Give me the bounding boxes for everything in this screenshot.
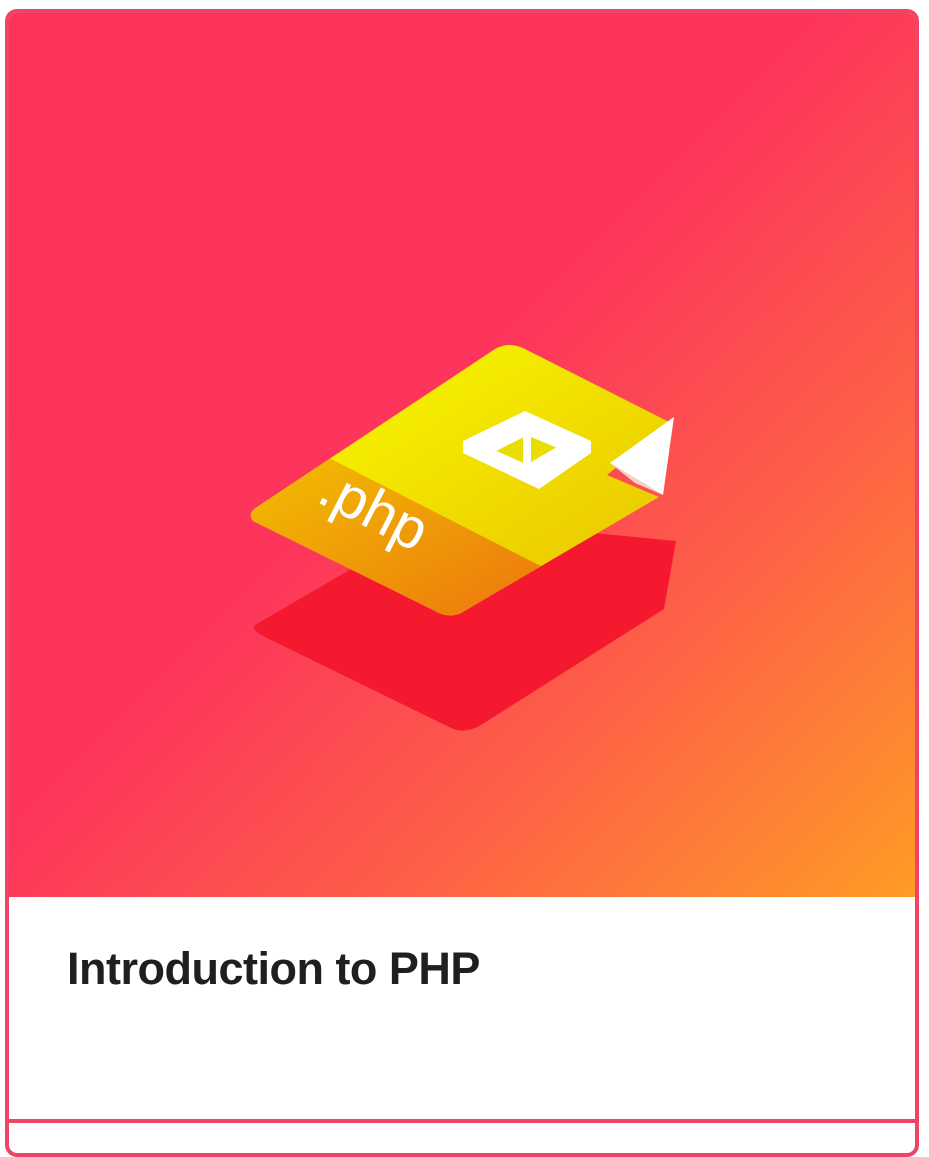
- php-file-illustration: .php: [250, 345, 676, 731]
- course-card[interactable]: .php Introduction to PHP: [5, 9, 919, 1157]
- course-thumbnail[interactable]: .php: [9, 13, 915, 897]
- course-title[interactable]: Introduction to PHP: [67, 943, 480, 995]
- card-divider: [9, 1119, 915, 1123]
